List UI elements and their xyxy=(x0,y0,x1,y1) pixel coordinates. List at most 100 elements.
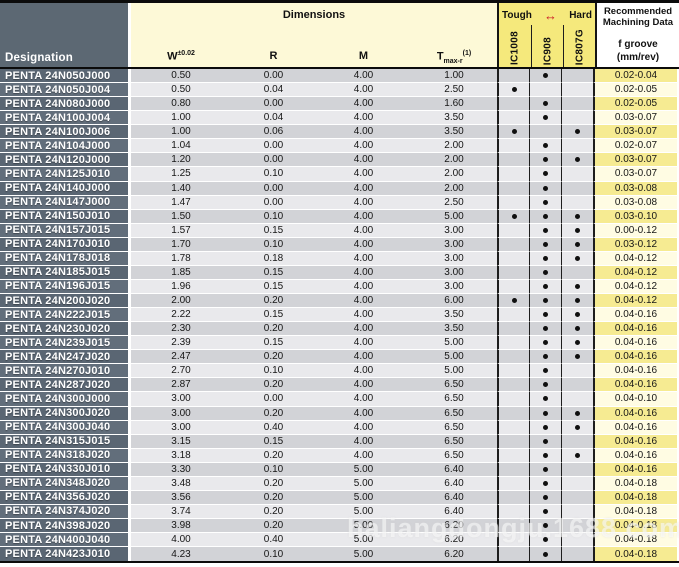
grade-ic1008-cell xyxy=(497,519,529,534)
f-groove-value-cell: 0.03-0.12 xyxy=(593,237,677,252)
bullet-dot-icon xyxy=(543,368,548,374)
w-value-cell: 3.15 xyxy=(131,434,231,449)
grade-ic908-cell xyxy=(529,350,561,365)
w-value-cell: 1.50 xyxy=(131,209,231,224)
designation-cell: PENTA 24N120J000 xyxy=(0,153,131,168)
grade-ic807g-cell xyxy=(561,251,593,266)
f-groove-header: f groove (mm/rev) xyxy=(597,39,679,67)
bullet-dot-icon xyxy=(575,452,580,458)
designation-cell: PENTA 24N100J004 xyxy=(0,111,131,126)
grade-ic807g-cell xyxy=(561,378,593,393)
grade-ic908-cell xyxy=(529,448,561,463)
m-value-cell: 4.00 xyxy=(316,294,411,309)
grade-ic908-cell xyxy=(529,364,561,379)
grade-ic807g-cell xyxy=(561,392,593,407)
grade-ic908-cell xyxy=(529,392,561,407)
bullet-dot-icon xyxy=(543,452,548,458)
f-groove-value-cell: 0.04-0.16 xyxy=(593,336,677,351)
w-value-cell: 1.47 xyxy=(131,195,231,210)
grade-ic908-cell xyxy=(529,251,561,266)
r-value-cell: 0.00 xyxy=(231,195,316,210)
grade-ic807g-cell xyxy=(561,350,593,365)
table-row: PENTA 24N315J015 3.15 0.15 4.00 6.50 0.0… xyxy=(0,434,679,449)
w-value-cell: 3.18 xyxy=(131,448,231,463)
w-value-cell: 3.74 xyxy=(131,504,231,519)
col-header-ic807g: IC807G xyxy=(563,25,595,67)
grade-ic807g-cell xyxy=(561,237,593,252)
grade-ic807g-cell xyxy=(561,308,593,323)
m-value-cell: 4.00 xyxy=(316,181,411,196)
bullet-dot-icon xyxy=(511,87,517,93)
m-value-cell: 4.00 xyxy=(316,308,411,323)
designation-cell: PENTA 24N374J020 xyxy=(0,504,131,519)
m-value-cell: 4.00 xyxy=(316,265,411,280)
r-value-cell: 0.20 xyxy=(231,294,316,309)
f-groove-value-cell: 0.04-0.12 xyxy=(593,294,677,309)
bullet-dot-icon xyxy=(543,354,548,360)
grade-ic807g-cell xyxy=(561,265,593,280)
r-value-cell: 0.15 xyxy=(231,308,316,323)
bullet-dot-icon xyxy=(511,129,517,135)
grade-column-headers: IC1008 IC908 IC807G xyxy=(499,25,595,67)
m-value-cell: 4.00 xyxy=(316,392,411,407)
catalog-page: Designation Dimensions W±0.02 R M Tmax-r… xyxy=(0,0,679,567)
tough-label: Tough xyxy=(502,10,532,21)
r-value-cell: 0.20 xyxy=(231,448,316,463)
f-groove-value-cell: 0.02-0.05 xyxy=(593,97,677,112)
grade-ic1008-cell xyxy=(497,547,529,562)
bullet-dot-icon xyxy=(543,424,548,430)
m-value-cell: 4.00 xyxy=(316,69,411,84)
f-groove-value-cell: 0.04-0.18 xyxy=(593,504,677,519)
bullet-dot-icon xyxy=(543,115,548,121)
grade-ic807g-cell xyxy=(561,336,593,351)
tmax-value-cell: 3.00 xyxy=(411,237,497,252)
f-groove-value-cell: 0.04-0.18 xyxy=(593,547,677,562)
tmax-value-cell: 2.00 xyxy=(411,139,497,154)
dimensions-title: Dimensions xyxy=(282,9,346,21)
grade-ic807g-cell xyxy=(561,462,593,477)
tmax-value-cell: 6.20 xyxy=(411,533,497,548)
m-value-cell: 5.00 xyxy=(316,547,411,562)
tough-hard-scale: Tough ↔ Hard xyxy=(502,7,592,23)
grade-ic1008-cell xyxy=(497,476,529,491)
grade-ic807g-cell xyxy=(561,490,593,505)
bullet-dot-icon xyxy=(575,326,580,332)
col-header-m: M xyxy=(358,50,369,63)
r-value-cell: 0.10 xyxy=(231,462,316,477)
bullet-dot-icon xyxy=(543,326,548,332)
table-body: PENTA 24N050J000 0.50 0.00 4.00 1.00 0.0… xyxy=(0,69,679,563)
tmax-value-cell: 3.00 xyxy=(411,279,497,294)
tmax-value-cell: 3.00 xyxy=(411,251,497,266)
grade-ic807g-cell xyxy=(561,448,593,463)
grade-ic1008-cell xyxy=(497,322,529,337)
grade-ic807g-cell xyxy=(561,195,593,210)
tmax-value-cell: 6.40 xyxy=(411,490,497,505)
grade-ic908-cell xyxy=(529,69,561,84)
r-value-cell: 0.06 xyxy=(231,125,316,140)
grade-ic908-cell xyxy=(529,125,561,140)
bullet-dot-icon xyxy=(543,199,548,205)
designation-cell: PENTA 24N287J020 xyxy=(0,378,131,393)
designation-cell: PENTA 24N185J015 xyxy=(0,265,131,280)
bullet-dot-icon xyxy=(575,129,580,135)
f-groove-label: f groove xyxy=(618,39,658,50)
designation-cell: PENTA 24N150J010 xyxy=(0,209,131,224)
designation-cell: PENTA 24N104J000 xyxy=(0,139,131,154)
grade-ic908-cell xyxy=(529,97,561,112)
w-value-cell: 1.20 xyxy=(131,153,231,168)
f-groove-value-cell: 0.03-0.07 xyxy=(593,167,677,182)
w-value-cell: 1.04 xyxy=(131,139,231,154)
grade-ic908-cell xyxy=(529,547,561,562)
designation-cell: PENTA 24N330J010 xyxy=(0,462,131,477)
r-value-cell: 0.00 xyxy=(231,139,316,154)
m-value-cell: 4.00 xyxy=(316,83,411,98)
r-value-cell: 0.20 xyxy=(231,476,316,491)
m-value-cell: 5.00 xyxy=(316,490,411,505)
r-value-cell: 0.20 xyxy=(231,519,316,534)
bullet-dot-icon xyxy=(543,171,548,177)
designation-cell: PENTA 24N348J020 xyxy=(0,476,131,491)
f-groove-value-cell: 0.04-0.16 xyxy=(593,462,677,477)
grade-ic1008-cell xyxy=(497,420,529,435)
tmax-value-cell: 6.50 xyxy=(411,406,497,421)
grade-ic1008-cell xyxy=(497,308,529,323)
